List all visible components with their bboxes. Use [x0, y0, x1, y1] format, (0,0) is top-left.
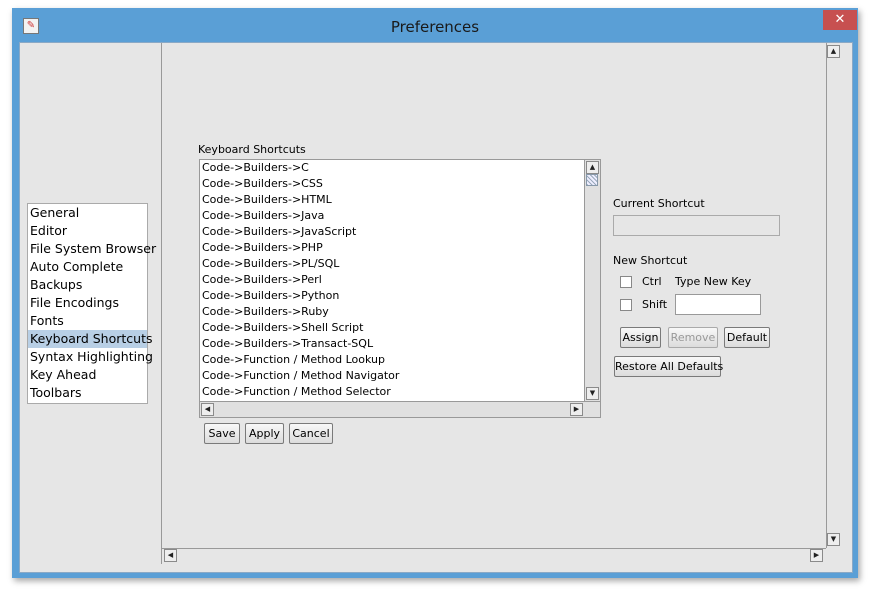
remove-button[interactable]: Remove [668, 327, 718, 348]
current-shortcut-field [613, 215, 780, 236]
current-shortcut-label: Current Shortcut [613, 197, 705, 210]
window-title: Preferences [390, 18, 480, 36]
shift-label: Shift [642, 298, 668, 311]
shortcut-list-item[interactable]: Code->Function / Method Lookup [200, 352, 600, 368]
shortcut-list-item[interactable]: Code->Builders->CSS [200, 176, 600, 192]
shortcuts-vertical-scrollbar[interactable]: ▲ ▼ [584, 160, 600, 401]
default-button[interactable]: Default [724, 327, 770, 348]
category-item[interactable]: File System Browser [28, 240, 156, 258]
splitter[interactable] [161, 43, 162, 564]
category-item[interactable]: Editor [28, 222, 147, 240]
shift-checkbox[interactable] [620, 299, 632, 311]
main-scroll-down-arrow-icon[interactable]: ▼ [827, 533, 840, 546]
main-horizontal-scrollbar[interactable]: ◀ ▶ [162, 548, 826, 563]
shortcut-list-item[interactable]: Code->Builders->Shell Script [200, 320, 600, 336]
cancel-button[interactable]: Cancel [289, 423, 333, 444]
shortcuts-horizontal-scrollbar[interactable]: ◀ ▶ [200, 401, 600, 417]
shortcut-list-item[interactable]: Code->Builders->PL/SQL [200, 256, 600, 272]
main-scroll-right-arrow-icon[interactable]: ▶ [810, 549, 823, 562]
shortcut-list-item[interactable]: Code->Builders->HTML [200, 192, 600, 208]
window-content: General Editor File System Browser Auto Com… [19, 42, 853, 573]
main-vertical-scrollbar[interactable]: ▲ ▼ [826, 43, 841, 548]
category-item[interactable]: Key Ahead [28, 366, 147, 384]
new-shortcut-label: New Shortcut [613, 254, 688, 267]
category-item[interactable]: Fonts [28, 312, 147, 330]
shortcut-list-item[interactable]: Code->Function / Method Selector [200, 384, 600, 400]
category-item[interactable]: Syntax Highlighting [28, 348, 153, 366]
shortcuts-heading: Keyboard Shortcuts [198, 143, 306, 156]
scroll-down-arrow-icon[interactable]: ▼ [586, 387, 599, 400]
shortcut-list-item[interactable]: Code->Builders->Transact-SQL [200, 336, 600, 352]
category-item[interactable]: Keyboard Shortcuts [28, 330, 153, 348]
preferences-window: ✎ Preferences ✕ General Editor File System… [12, 8, 858, 578]
main-scroll-up-arrow-icon[interactable]: ▲ [827, 45, 840, 58]
save-button[interactable]: Save [204, 423, 240, 444]
restore-defaults-button[interactable]: Restore All Defaults [614, 356, 723, 377]
assign-button[interactable]: Assign [620, 327, 661, 348]
shortcuts-items: Code->Builders->C Code->Builders->CSS Code… [200, 160, 600, 400]
title-bar: ✎ Preferences ✕ [12, 8, 858, 42]
shortcut-list-item[interactable]: Code->Builders->Python [200, 288, 600, 304]
new-key-input[interactable] [675, 294, 761, 315]
scroll-left-arrow-icon[interactable]: ◀ [201, 403, 214, 416]
shortcut-list-item[interactable]: Code->Builders->Perl [200, 272, 600, 288]
shortcut-list-item[interactable]: Code->Builders->PHP [200, 240, 600, 256]
close-button[interactable]: ✕ [823, 10, 857, 30]
category-item[interactable]: General [28, 204, 147, 222]
category-item[interactable]: Backups [28, 276, 147, 294]
apply-button[interactable]: Apply [245, 423, 284, 444]
shortcut-list-item[interactable]: Code->Builders->C [200, 160, 600, 176]
type-new-key-label: Type New Key [675, 275, 752, 288]
category-list: General Editor File System Browser Auto Com… [27, 203, 156, 404]
scroll-right-arrow-icon[interactable]: ▶ [570, 403, 583, 416]
ctrl-checkbox[interactable] [620, 276, 632, 288]
category-item[interactable]: Toolbars [28, 384, 147, 402]
scroll-thumb[interactable] [586, 174, 598, 186]
shortcut-list-item[interactable]: Code->Builders->Ruby [200, 304, 600, 320]
ctrl-label: Ctrl [642, 275, 662, 288]
shortcut-list-item[interactable]: Code->Function / Method Navigator [200, 368, 600, 384]
category-item[interactable]: Auto Complete [28, 258, 147, 276]
shortcut-list-item[interactable]: Code->Builders->JavaScript [200, 224, 600, 240]
scroll-up-arrow-icon[interactable]: ▲ [586, 161, 599, 174]
category-item[interactable]: File Encodings [28, 294, 147, 312]
shortcut-list-item[interactable]: Code->Builders->Java [200, 208, 600, 224]
shortcuts-list: Code->Builders->C Code->Builders->CSS Code… [199, 159, 601, 418]
main-scroll-left-arrow-icon[interactable]: ◀ [164, 549, 177, 562]
